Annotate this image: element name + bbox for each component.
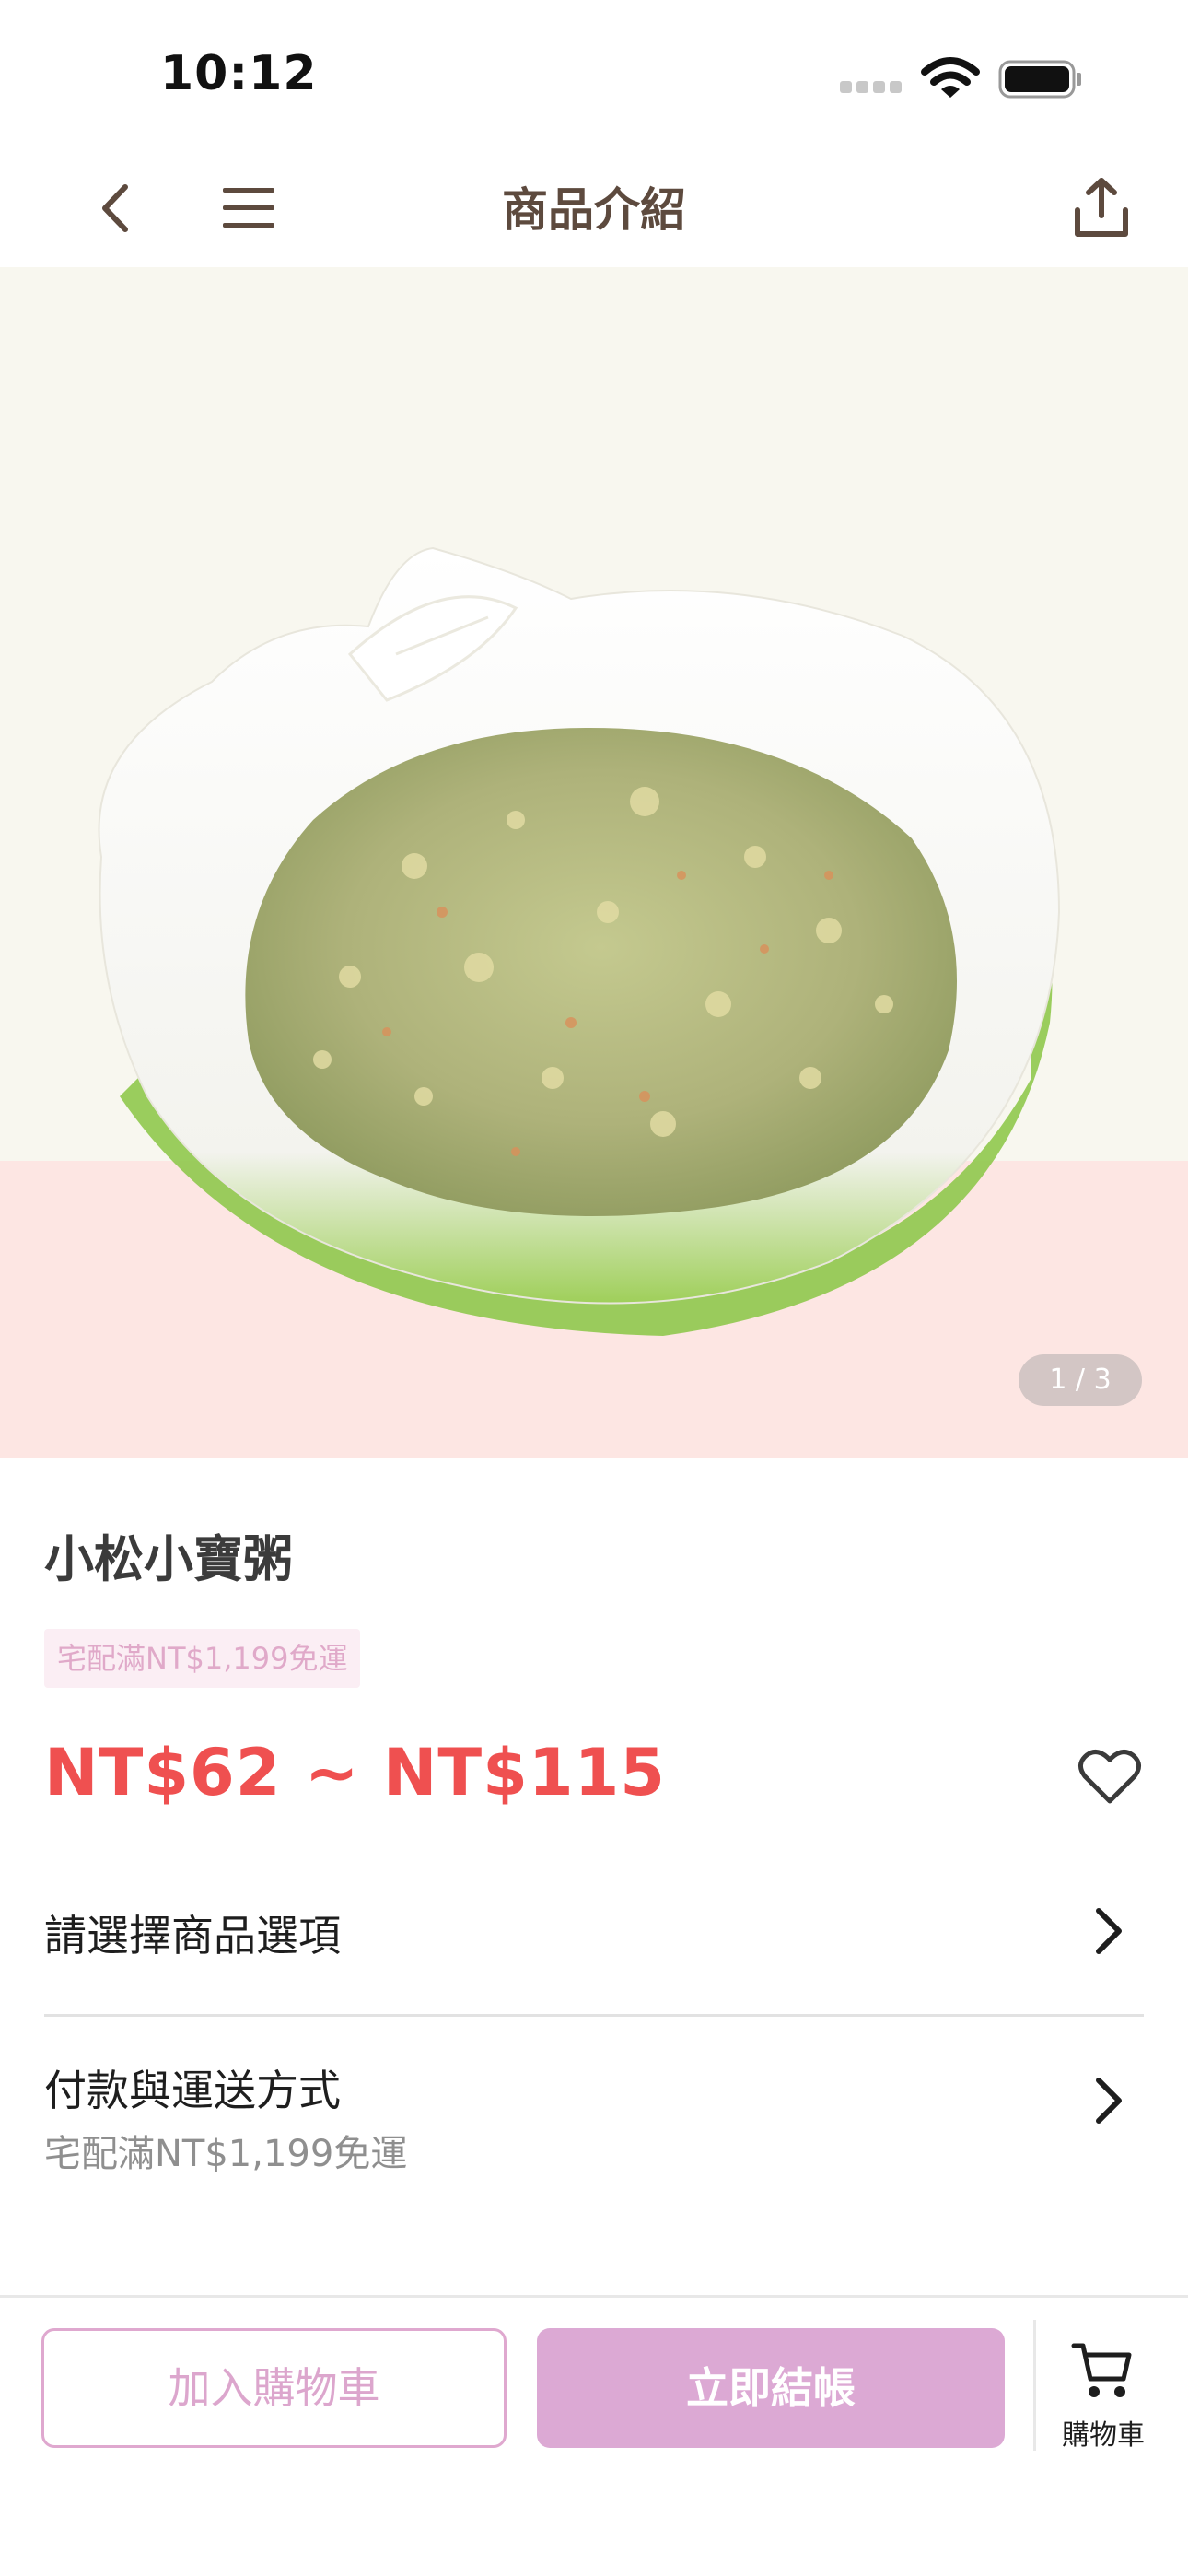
product-image-carousel[interactable]	[0, 267, 1188, 1458]
shopping-cart-icon[interactable]	[1070, 2340, 1135, 2401]
chevron-right-icon[interactable]	[1089, 2075, 1126, 2126]
chevron-right-icon	[1096, 1908, 1122, 1954]
page-title: 商品介紹	[502, 183, 686, 237]
payment-shipping-label[interactable]: 付款與運送方式	[44, 2057, 341, 2118]
product-options-label: 請選擇商品選項	[44, 1911, 341, 1961]
shipping-badge: 宅配滿NT$1,199免運	[44, 1629, 361, 1688]
heart-icon[interactable]	[1077, 1748, 1142, 1807]
porridge-bowl-photo	[98, 546, 1061, 1336]
status-time: 10:12	[160, 46, 318, 101]
wifi-icon	[921, 57, 980, 98]
product-name: 小松小寶粥	[44, 1530, 293, 1588]
share-icon[interactable]	[1068, 175, 1135, 241]
cart-divider	[1033, 2320, 1036, 2451]
payment-shipping-subtext: 宅配滿NT$1,199免運	[44, 2133, 408, 2175]
image-counter: 1 / 3	[1019, 1354, 1142, 1406]
row-divider	[44, 2014, 1144, 2017]
bottom-bar-divider	[0, 2295, 1188, 2298]
checkout-button[interactable]: 立即結帳	[537, 2328, 1005, 2448]
price-range: NT$62 ~ NT$115	[44, 1735, 667, 1810]
battery-icon	[998, 60, 1081, 99]
add-to-cart-button[interactable]: 加入購物車	[41, 2328, 507, 2448]
cart-label[interactable]: 購物車	[1041, 2412, 1166, 2453]
